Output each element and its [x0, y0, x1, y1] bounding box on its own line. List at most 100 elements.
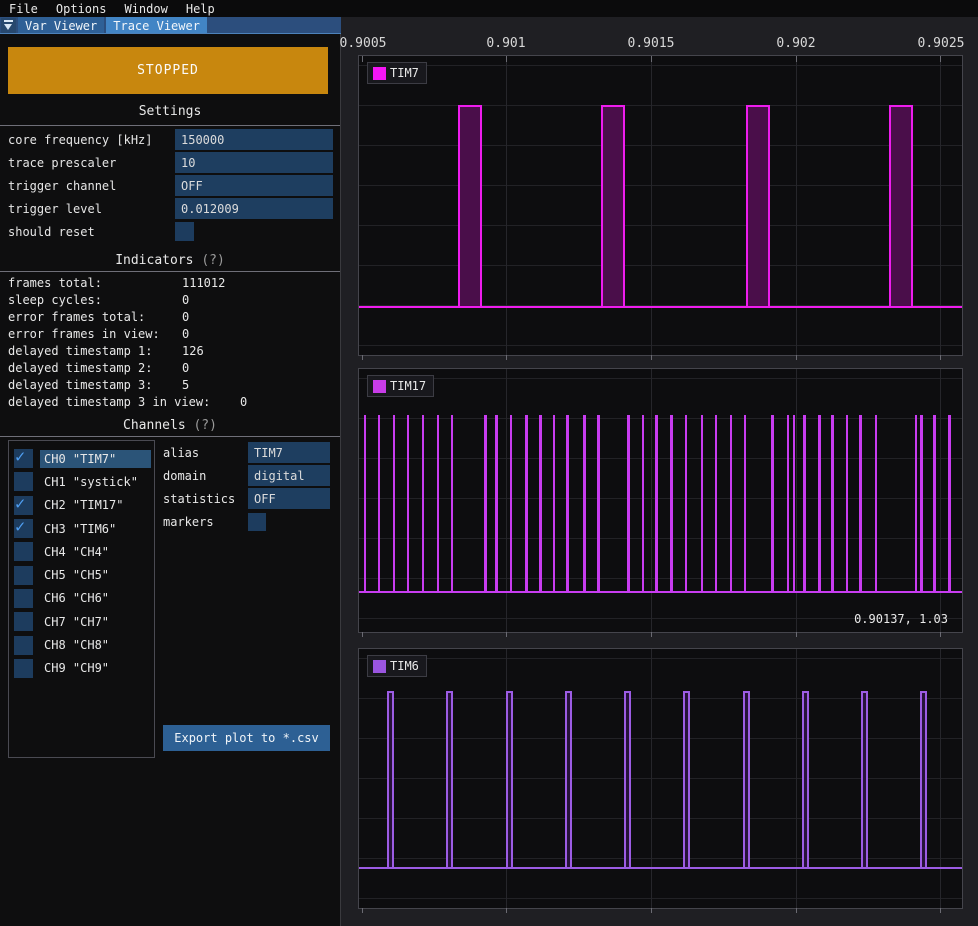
x-axis-tick-label: 0.9005: [340, 36, 387, 51]
axis-tick: [796, 908, 797, 913]
plot-legend[interactable]: TIM6: [367, 655, 427, 677]
menu-item-window[interactable]: Window: [115, 1, 176, 17]
legend-label: TIM6: [390, 659, 419, 673]
channel-checkbox[interactable]: [14, 542, 33, 561]
axis-tick: [940, 632, 941, 637]
trace-pulse: [803, 415, 806, 591]
field-trace-prescaler: trace prescaler 10: [8, 151, 333, 174]
indicator-value: 111012: [182, 276, 225, 290]
channel-checkbox[interactable]: [14, 472, 33, 491]
field-trigger-channel: trigger channel OFF: [8, 174, 333, 197]
trigger-level-input[interactable]: 0.012009: [175, 198, 333, 219]
axis-tick: [940, 908, 941, 913]
channel-row-ch1[interactable]: CH1 "systick": [9, 470, 154, 493]
axis-tick: [362, 56, 363, 62]
channel-checkbox[interactable]: [14, 636, 33, 655]
trace-prescaler-input[interactable]: 10: [175, 152, 333, 173]
indicator-row: error frames total:0: [8, 308, 333, 325]
trigger-level-label: trigger level: [8, 202, 175, 216]
channel-row-ch3[interactable]: CH3 "TIM6": [9, 517, 154, 540]
channel-row-ch2[interactable]: CH2 "TIM17": [9, 494, 154, 517]
gridline: [651, 649, 652, 908]
indicator-row: sleep cycles:0: [8, 291, 333, 308]
trace-pulse: [670, 415, 673, 591]
trace-pulse: [484, 415, 487, 591]
axis-tick: [651, 632, 652, 637]
trace-pulse: [793, 415, 796, 591]
channel-checkbox[interactable]: [14, 589, 33, 608]
field-trigger-level: trigger level 0.012009: [8, 197, 333, 220]
settings-separator: [0, 125, 340, 126]
trace-pulse: [948, 415, 951, 591]
channel-row-ch9[interactable]: CH9 "CH9": [9, 657, 154, 680]
trigger-channel-label: trigger channel: [8, 179, 175, 193]
menu-item-options[interactable]: Options: [47, 1, 116, 17]
indicators-title: Indicators: [115, 253, 193, 268]
x-axis-tick-label: 0.901: [486, 36, 525, 51]
axis-tick: [506, 632, 507, 637]
markers-checkbox[interactable]: [248, 513, 266, 531]
core-frequency-input[interactable]: 150000: [175, 129, 333, 150]
channel-checkbox[interactable]: [14, 449, 33, 468]
channel-row-ch8[interactable]: CH8 "CH8": [9, 633, 154, 656]
indicator-value: 5: [182, 378, 189, 392]
left-panel: STOPPED Settings core frequency [kHz] 15…: [0, 34, 341, 926]
axis-tick: [651, 355, 652, 360]
settings-title: Settings: [139, 104, 202, 119]
channel-row-ch7[interactable]: CH7 "CH7": [9, 610, 154, 633]
plot-legend[interactable]: TIM17: [367, 375, 434, 397]
trace-pulse: [771, 415, 774, 591]
plot-tim7[interactable]: TIM7: [358, 55, 963, 356]
axis-tick: [362, 632, 363, 637]
legend-label: TIM7: [390, 66, 419, 80]
gridline: [796, 56, 797, 355]
menu-item-help[interactable]: Help: [177, 1, 224, 17]
channels-help-icon[interactable]: (?): [193, 418, 216, 433]
domain-select[interactable]: digital: [248, 465, 330, 486]
trace-pulse: [446, 691, 453, 867]
trigger-channel-select[interactable]: OFF: [175, 175, 333, 196]
core-frequency-label: core frequency [kHz]: [8, 133, 175, 147]
plot-tim6[interactable]: TIM6: [358, 648, 963, 909]
collapse-arrow-icon[interactable]: [1, 18, 16, 33]
prop-markers: markers: [163, 510, 333, 533]
alias-input[interactable]: TIM7: [248, 442, 330, 463]
alias-label: alias: [163, 446, 248, 460]
indicator-value: 0: [240, 395, 247, 409]
trace-pulse: [451, 415, 454, 591]
plot-legend[interactable]: TIM7: [367, 62, 427, 84]
trace-pulse: [787, 415, 790, 591]
channel-row-ch0[interactable]: CH0 "TIM7": [9, 447, 154, 470]
indicator-value: 0: [182, 361, 189, 375]
channel-checkbox[interactable]: [14, 659, 33, 678]
indicators-help-icon[interactable]: (?): [201, 253, 224, 268]
menu-item-file[interactable]: File: [0, 1, 47, 17]
trace-pulse: [744, 415, 747, 591]
channel-list: CH0 "TIM7" CH1 "systick" CH2 "TIM17" CH3…: [8, 440, 155, 758]
gridline: [796, 649, 797, 908]
trace-pulse: [846, 415, 849, 591]
trace-pulse: [861, 691, 868, 867]
trace-pulse: [730, 415, 733, 591]
channel-row-ch5[interactable]: CH5 "CH5": [9, 563, 154, 586]
plot-tim17[interactable]: TIM17 0.90137, 1.03: [358, 368, 963, 633]
trace-pulse: [933, 415, 936, 591]
should-reset-checkbox[interactable]: [175, 222, 194, 241]
tab-var-viewer[interactable]: Var Viewer: [18, 17, 104, 34]
channel-row-ch4[interactable]: CH4 "CH4": [9, 540, 154, 563]
gridline: [651, 56, 652, 355]
trace-pulse: [920, 691, 927, 867]
export-csv-button[interactable]: Export plot to *.csv: [163, 725, 330, 751]
channel-checkbox[interactable]: [14, 496, 33, 515]
channel-properties: alias TIM7 domain digital statistics OFF…: [163, 441, 333, 533]
statistics-select[interactable]: OFF: [248, 488, 330, 509]
acquisition-state-button[interactable]: STOPPED: [8, 47, 328, 94]
channel-checkbox[interactable]: [14, 566, 33, 585]
tab-trace-viewer[interactable]: Trace Viewer: [106, 17, 207, 34]
legend-swatch-icon: [373, 660, 386, 673]
channel-row-ch6[interactable]: CH6 "CH6": [9, 587, 154, 610]
channel-checkbox[interactable]: [14, 612, 33, 631]
channels-title: Channels: [123, 418, 186, 433]
channel-checkbox[interactable]: [14, 519, 33, 538]
trace-pulse: [655, 415, 658, 591]
